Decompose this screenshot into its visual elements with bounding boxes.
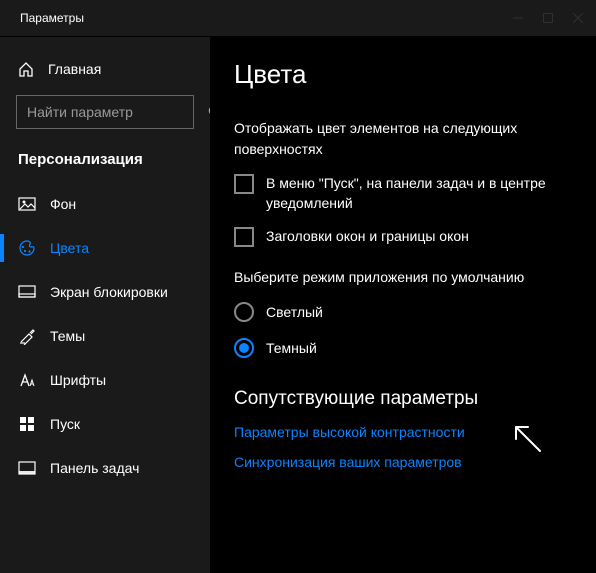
maximize-icon[interactable] [542, 12, 554, 24]
checkbox-label: Заголовки окон и границы окон [266, 227, 469, 247]
sidebar-item-lockscreen[interactable]: Экран блокировки [0, 270, 210, 314]
sidebar-item-start[interactable]: Пуск [0, 402, 210, 446]
palette-icon [18, 239, 36, 257]
sidebar-item-label: Темы [50, 328, 85, 344]
sidebar-item-taskbar[interactable]: Панель задач [0, 446, 210, 490]
radio-label: Светлый [266, 304, 323, 320]
sidebar-item-label: Шрифты [50, 372, 106, 388]
home-icon [18, 61, 34, 77]
start-icon [18, 415, 36, 433]
home-label: Главная [48, 61, 101, 77]
mode-label: Выберите режим приложения по умолчанию [234, 267, 572, 288]
checkbox-box-icon [234, 174, 254, 194]
window-controls [512, 12, 584, 24]
sidebar-item-themes[interactable]: Темы [0, 314, 210, 358]
home-button[interactable]: Главная [0, 51, 210, 87]
checkbox-label: В меню "Пуск", на панели задач и в центр… [266, 174, 572, 213]
picture-icon [18, 195, 36, 213]
checkbox-title-borders[interactable]: Заголовки окон и границы окон [234, 227, 572, 247]
category-heading: Персонализация [0, 141, 210, 182]
link-high-contrast[interactable]: Параметры высокой контрастности [234, 424, 572, 440]
related-heading: Сопутствующие параметры [234, 388, 572, 410]
window-title: Параметры [20, 11, 84, 25]
sidebar-item-label: Цвета [50, 240, 89, 256]
page-title: Цвета [234, 59, 572, 90]
sidebar-item-fonts[interactable]: Шрифты [0, 358, 210, 402]
radio-ring-icon [234, 302, 254, 322]
checkbox-start-taskbar-ac[interactable]: В меню "Пуск", на панели задач и в центр… [234, 174, 572, 213]
checkbox-box-icon [234, 227, 254, 247]
sidebar-item-label: Экран блокировки [50, 284, 168, 300]
radio-light[interactable]: Светлый [234, 302, 572, 322]
minimize-icon[interactable] [512, 12, 524, 24]
radio-label: Темный [266, 340, 317, 356]
sidebar-item-label: Пуск [50, 416, 80, 432]
link-sync[interactable]: Синхронизация ваших параметров [234, 454, 572, 470]
fonts-icon [18, 371, 36, 389]
radio-dark[interactable]: Темный [234, 338, 572, 358]
search-box[interactable] [16, 95, 194, 129]
sidebar-item-colors[interactable]: Цвета [0, 226, 210, 270]
titlebar: Параметры [0, 0, 596, 36]
taskbar-icon [18, 459, 36, 477]
sidebar-item-label: Панель задач [50, 460, 139, 476]
main-content: Цвета Отображать цвет элементов на следу… [210, 37, 596, 573]
radio-ring-icon [234, 338, 254, 358]
themes-icon [18, 327, 36, 345]
close-icon[interactable] [572, 12, 584, 24]
search-input[interactable] [27, 104, 208, 120]
lockscreen-icon [18, 283, 36, 301]
sidebar: Главная Персонализация Фон Цвета Экран бло… [0, 37, 210, 573]
surfaces-intro: Отображать цвет элементов на следующих п… [234, 118, 572, 160]
sidebar-item-label: Фон [50, 196, 76, 212]
sidebar-item-background[interactable]: Фон [0, 182, 210, 226]
